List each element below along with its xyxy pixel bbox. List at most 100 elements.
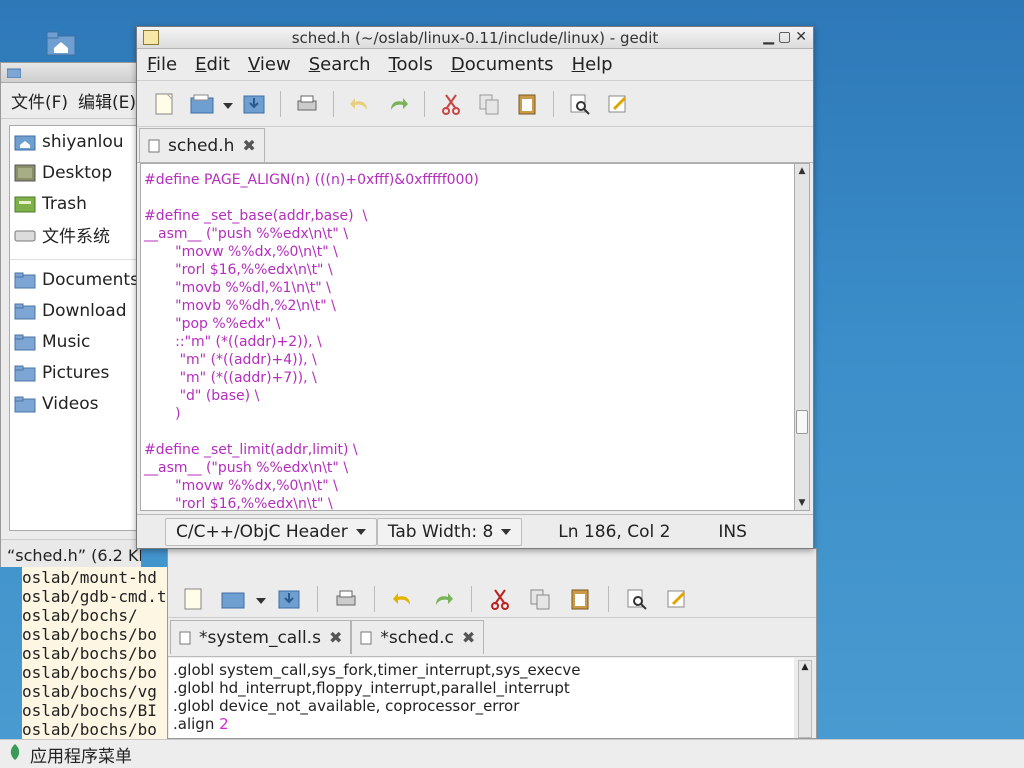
window-controls: ▁ ▢ ✕ <box>763 29 807 45</box>
undo-icon[interactable] <box>343 87 377 121</box>
sidebar-item-filesystem[interactable]: 文件系统 <box>10 219 140 250</box>
sidebar-item-shiyanlou[interactable]: shiyanlou <box>10 126 140 157</box>
paste-icon[interactable] <box>510 87 544 121</box>
statusbar: C/C++/ObjC Header Tab Width: 8 Ln 186, C… <box>137 514 813 548</box>
vertical-scrollbar[interactable]: ▲ <box>798 660 812 738</box>
code-line: "d" (base) \ <box>144 388 260 404</box>
terminal-line: oslab/bochs/vg <box>22 682 157 701</box>
minimize-icon[interactable]: ▁ <box>763 29 774 45</box>
gedit-back-editor[interactable]: .globl system_call,sys_fork,timer_interr… <box>169 658 794 738</box>
menubar: File Edit View Search Tools Documents He… <box>137 49 813 81</box>
language-label: C/C++/ObjC Header <box>176 521 348 542</box>
tab-width-selector[interactable]: Tab Width: 8 <box>376 517 523 546</box>
gedit-back-menubar <box>168 549 816 581</box>
paste-icon[interactable] <box>563 582 597 616</box>
menu-search[interactable]: Search <box>309 54 371 75</box>
chevron-down-icon[interactable] <box>223 94 233 114</box>
terminal-line: oslab/bochs/BI <box>22 701 157 720</box>
terminal-line: oslab/bochs/ <box>22 606 138 625</box>
vertical-scrollbar[interactable]: ▲ ▼ <box>794 163 810 511</box>
scroll-up-icon[interactable]: ▲ <box>795 164 809 178</box>
preferences-icon[interactable] <box>601 87 635 121</box>
sidebar-item-trash[interactable]: Trash <box>10 188 140 219</box>
sidebar-item-label: Trash <box>42 193 87 214</box>
toolbar-divider <box>333 90 334 117</box>
applications-menu-button[interactable]: 应用程序菜单 <box>30 742 132 767</box>
menu-file[interactable]: 文件(F) <box>11 88 68 113</box>
cut-icon[interactable] <box>483 582 517 616</box>
find-icon[interactable] <box>563 87 597 121</box>
gedit-back-toolbar <box>168 581 816 617</box>
menu-edit[interactable]: Edit <box>195 54 230 75</box>
redo-icon[interactable] <box>381 87 415 121</box>
language-selector[interactable]: C/C++/ObjC Header <box>165 517 377 546</box>
menu-edit[interactable]: 编辑(E) <box>78 88 136 113</box>
sidebar-item-label: 文件系统 <box>42 227 110 247</box>
code-line: ) <box>144 406 181 422</box>
open-folder-icon[interactable] <box>185 87 219 121</box>
drive-icon <box>14 230 36 241</box>
close-icon[interactable]: ✖ <box>329 628 342 647</box>
close-icon[interactable]: ✖ <box>462 628 475 647</box>
copy-icon[interactable] <box>523 582 557 616</box>
scroll-down-icon[interactable]: ▼ <box>795 496 809 510</box>
redo-icon[interactable] <box>426 582 460 616</box>
folder-icon <box>14 396 36 412</box>
sidebar-item-music[interactable]: Music <box>10 326 140 357</box>
window-titlebar[interactable]: sched.h (~/oslab/linux-0.11/include/linu… <box>137 27 813 49</box>
new-document-icon[interactable] <box>147 87 181 121</box>
chevron-down-icon <box>355 528 366 535</box>
new-document-icon[interactable] <box>176 582 210 616</box>
save-icon[interactable] <box>272 582 306 616</box>
home-icon <box>14 135 36 150</box>
document-icon <box>179 631 191 644</box>
open-folder-icon[interactable] <box>216 582 250 616</box>
undo-icon[interactable] <box>386 582 420 616</box>
save-icon[interactable] <box>237 87 271 121</box>
code-line: .globl hd_interrupt,floppy_interrupt,par… <box>173 679 570 697</box>
menu-view[interactable]: View <box>248 54 291 75</box>
sidebar-item-videos[interactable]: Videos <box>10 388 140 419</box>
code-line: "m" (*((addr)+4)), \ <box>144 352 317 368</box>
tab-system-call[interactable]: *system_call.s ✖ <box>170 620 352 654</box>
menu-tools[interactable]: Tools <box>389 54 433 75</box>
cut-icon[interactable] <box>434 87 468 121</box>
tab-width-label: Tab Width: 8 <box>387 521 494 542</box>
code-editor[interactable]: #define PAGE_ALIGN(n) (((n)+0xfff)&0xfff… <box>140 163 795 511</box>
desktop-icon <box>14 164 36 181</box>
preferences-icon[interactable] <box>660 582 694 616</box>
menu-documents[interactable]: Documents <box>451 54 554 75</box>
copy-icon[interactable] <box>472 87 506 121</box>
sidebar-item-documents[interactable]: Documents <box>10 264 140 295</box>
file-manager-titlebar[interactable] <box>1 63 139 83</box>
toolbar-divider <box>553 90 554 117</box>
sidebar-item-label: shiyanlou <box>42 131 124 152</box>
print-icon[interactable] <box>329 582 363 616</box>
sidebar-item-pictures[interactable]: Pictures <box>10 357 140 388</box>
scrollbar-thumb[interactable] <box>796 410 808 434</box>
code-line: ::"m" (*((addr)+2)), \ <box>144 334 322 350</box>
sidebar-divider <box>10 250 140 260</box>
menu-file[interactable]: File <box>147 54 177 75</box>
maximize-icon[interactable]: ▢ <box>778 29 791 45</box>
sidebar-item-desktop[interactable]: Desktop <box>10 157 140 188</box>
chevron-down-icon[interactable] <box>256 589 266 609</box>
sidebar-item-download[interactable]: Download <box>10 295 140 326</box>
tab-sched-c[interactable]: *sched.c ✖ <box>351 620 485 654</box>
menu-help[interactable]: Help <box>572 54 613 75</box>
code-line: "rorl $16,%%edx\n\t" \ <box>144 496 333 511</box>
print-icon[interactable] <box>290 87 324 121</box>
tab-sched-h[interactable]: sched.h ✖ <box>139 128 265 162</box>
close-icon[interactable]: ✖ <box>242 136 255 155</box>
close-icon[interactable]: ✕ <box>795 29 807 45</box>
find-icon[interactable] <box>620 582 654 616</box>
code-line: #define _set_limit(addr,limit) \ <box>144 442 358 458</box>
home-folder-icon[interactable] <box>46 30 76 56</box>
align-value: 2 <box>219 715 229 733</box>
code-line: .globl system_call,sys_fork,timer_interr… <box>173 661 581 679</box>
leaf-icon[interactable] <box>8 743 22 766</box>
terminal-output: oslab/mount-hd oslab/gdb-cmd.t oslab/boc… <box>22 567 172 739</box>
chevron-down-icon <box>501 528 512 535</box>
